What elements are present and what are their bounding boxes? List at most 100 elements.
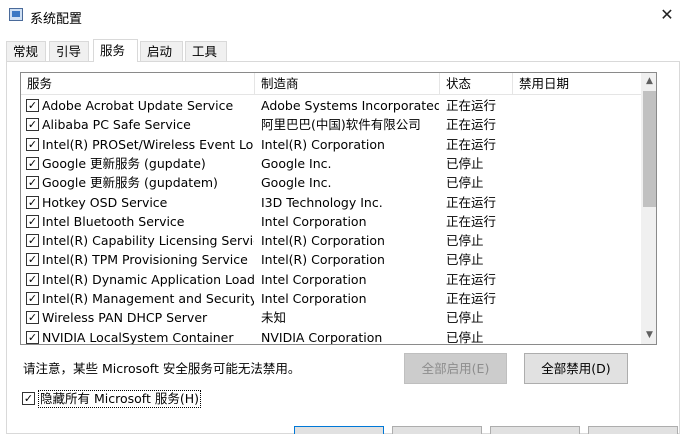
checkbox-icon[interactable]: ✓ xyxy=(26,195,39,209)
checkbox-icon[interactable]: ✓ xyxy=(26,176,39,190)
cell-service: Intel(R) PROSet/Wireless Event Log xyxy=(42,136,254,152)
cell-manufacturer: I3D Technology Inc. xyxy=(261,194,383,210)
cell-manufacturer: Intel(R) Corporation xyxy=(261,252,385,268)
cell-manufacturer: Intel(R) Corporation xyxy=(261,136,385,152)
tab-services[interactable]: 服务 xyxy=(93,39,138,62)
cell-disabled-date xyxy=(519,96,639,115)
cell-service: Wireless PAN DHCP Server xyxy=(42,310,208,326)
checkbox-icon[interactable]: ✓ xyxy=(26,156,39,170)
tab-boot[interactable]: 引导 xyxy=(49,41,89,62)
cell-service: Intel Bluetooth Service xyxy=(42,213,185,229)
cell-manufacturer: 阿里巴巴(中国)软件有限公司 xyxy=(261,117,421,133)
cell-service: Google 更新服务 (gupdate) xyxy=(42,155,206,171)
cell-manufacturer: 未知 xyxy=(261,310,287,326)
table-row[interactable]: ✓ Intel(R) TPM Provisioning Service Intel(… xyxy=(21,250,641,269)
help-button[interactable] xyxy=(588,426,678,434)
checkbox-icon[interactable]: ✓ xyxy=(26,330,39,344)
cell-disabled-date xyxy=(519,154,639,173)
table-row[interactable]: ✓ Google 更新服务 (gupdate) Google Inc. 已停止 xyxy=(21,154,641,173)
column-header-disabled-date[interactable]: 禁用日期 xyxy=(513,73,641,95)
cell-manufacturer: Adobe Systems Incorporated xyxy=(261,98,439,113)
title-bar: 系统配置 ✕ xyxy=(0,0,685,32)
cell-status: 已停止 xyxy=(446,310,484,326)
cell-status: 正在运行 xyxy=(446,136,497,152)
column-header-status[interactable]: 状态 xyxy=(440,73,513,95)
cell-manufacturer: Google Inc. xyxy=(261,175,332,191)
cell-status: 已停止 xyxy=(446,155,484,171)
cell-status: 正在运行 xyxy=(446,98,497,113)
checkbox-icon[interactable]: ✓ xyxy=(26,118,39,132)
checkbox-icon[interactable]: ✓ xyxy=(26,234,39,248)
cell-disabled-date xyxy=(519,250,639,269)
table-row[interactable]: ✓ Hotkey OSD Service I3D Technology Inc. 正在… xyxy=(21,193,641,212)
ok-button[interactable] xyxy=(294,426,384,434)
cell-status: 正在运行 xyxy=(446,194,497,210)
table-row[interactable]: ✓ Intel(R) Dynamic Application Load... Int… xyxy=(21,270,641,289)
chevron-up-icon[interactable]: ▲ xyxy=(641,73,656,90)
checkbox-icon[interactable]: ✓ xyxy=(26,292,39,305)
list-header: 服务 制造商 状态 禁用日期 xyxy=(21,73,641,95)
cell-disabled-date xyxy=(519,308,639,327)
enable-all-button[interactable]: 全部启用(E) xyxy=(404,353,507,384)
cell-service: Intel(R) Capability Licensing Servic... xyxy=(42,233,254,249)
cell-manufacturer: Intel Corporation xyxy=(261,213,367,229)
checkbox-icon[interactable]: ✓ xyxy=(26,137,39,151)
apply-button[interactable] xyxy=(490,426,580,434)
cell-disabled-date xyxy=(519,328,639,344)
cancel-button[interactable] xyxy=(392,426,482,434)
cell-service: Intel(R) Dynamic Application Load... xyxy=(42,271,254,287)
cell-status: 正在运行 xyxy=(446,117,497,133)
checkbox-icon[interactable]: ✓ xyxy=(26,253,39,267)
checkbox-icon[interactable]: ✓ xyxy=(26,311,39,325)
cell-disabled-date xyxy=(519,289,639,308)
cell-disabled-date xyxy=(519,212,639,231)
checkbox-icon[interactable]: ✓ xyxy=(22,392,35,405)
table-row[interactable]: ✓ Alibaba PC Safe Service 阿里巴巴(中国)软件有限公司 正在… xyxy=(21,115,641,134)
cell-status: 已停止 xyxy=(446,252,484,268)
cell-service: Intel(R) Management and Security ... xyxy=(42,291,254,306)
tab-startup[interactable]: 启动 xyxy=(140,41,183,62)
chevron-down-icon[interactable]: ▼ xyxy=(641,327,656,344)
security-note: 请注意，某些 Microsoft 安全服务可能无法禁用。 xyxy=(23,361,301,376)
cell-manufacturer: Google Inc. xyxy=(261,155,332,171)
table-row[interactable]: ✓ Adobe Acrobat Update Service Adobe Syste… xyxy=(21,96,641,115)
hide-microsoft-services-label[interactable]: 隐藏所有 Microsoft 服务(H) xyxy=(38,390,201,408)
table-row[interactable]: ✓ Intel(R) Management and Security ... Int… xyxy=(21,289,641,308)
vertical-scrollbar[interactable]: ▲ ▼ xyxy=(641,73,656,344)
cell-disabled-date xyxy=(519,115,639,134)
checkbox-icon[interactable]: ✓ xyxy=(26,99,39,112)
column-header-manufacturer[interactable]: 制造商 xyxy=(255,73,440,95)
table-row[interactable]: ✓ Intel Bluetooth Service Intel Corporatio… xyxy=(21,212,641,231)
cell-disabled-date xyxy=(519,270,639,289)
checkbox-icon[interactable]: ✓ xyxy=(26,272,39,286)
cell-status: 已停止 xyxy=(446,329,484,345)
cell-service: Google 更新服务 (gupdatem) xyxy=(42,175,218,191)
disable-all-button[interactable]: 全部禁用(D) xyxy=(524,353,628,384)
tab-general[interactable]: 常规 xyxy=(6,41,46,62)
cell-status: 正在运行 xyxy=(446,271,497,287)
cell-service: Hotkey OSD Service xyxy=(42,194,168,210)
cell-status: 正在运行 xyxy=(446,213,497,229)
cell-status: 已停止 xyxy=(446,233,484,249)
scrollbar-thumb[interactable] xyxy=(643,91,656,207)
cell-manufacturer: Intel Corporation xyxy=(261,271,367,287)
window-title: 系统配置 xyxy=(30,12,83,27)
table-row[interactable]: ✓ Intel(R) PROSet/Wireless Event Log Intel… xyxy=(21,135,641,154)
table-row[interactable]: ✓ NVIDIA LocalSystem Container NVIDIA Corp… xyxy=(21,328,641,345)
tab-tools[interactable]: 工具 xyxy=(185,41,227,62)
table-row[interactable]: ✓ Intel(R) Capability Licensing Servic...… xyxy=(21,231,641,250)
column-header-service[interactable]: 服务 xyxy=(21,73,255,95)
cell-service: Intel(R) TPM Provisioning Service xyxy=(42,252,248,268)
cell-disabled-date xyxy=(519,173,639,192)
services-list: 服务 制造商 状态 禁用日期 ✓ Adobe Acrobat Update Ser… xyxy=(20,72,657,345)
close-icon[interactable]: ✕ xyxy=(654,4,680,26)
cell-status: 已停止 xyxy=(446,175,484,191)
table-row[interactable]: ✓ Wireless PAN DHCP Server 未知 已停止 xyxy=(21,308,641,327)
cell-status: 正在运行 xyxy=(446,291,497,306)
checkbox-icon[interactable]: ✓ xyxy=(26,214,39,228)
cell-service: Adobe Acrobat Update Service xyxy=(42,98,234,113)
msconfig-app-icon xyxy=(9,8,23,21)
table-row[interactable]: ✓ Google 更新服务 (gupdatem) Google Inc. 已停止 xyxy=(21,173,641,192)
cell-service: Alibaba PC Safe Service xyxy=(42,117,191,133)
cell-disabled-date xyxy=(519,193,639,212)
